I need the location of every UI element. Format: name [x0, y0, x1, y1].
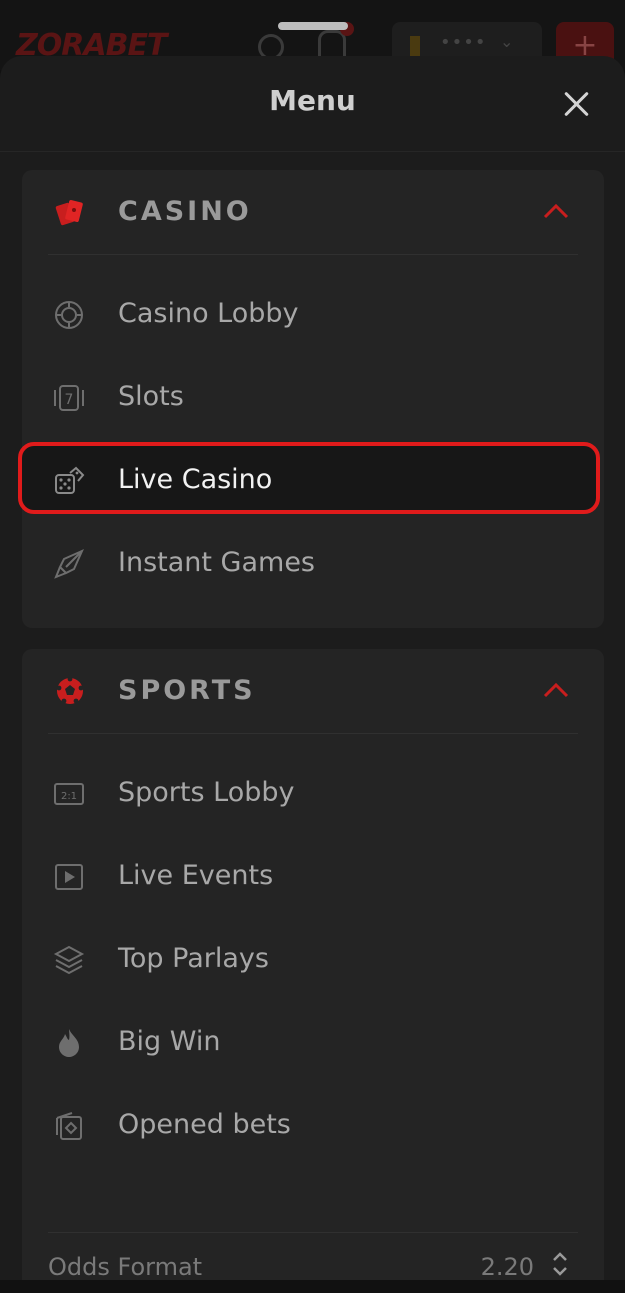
menu-item-sports-lobby[interactable]: 2:1 Sports Lobby [22, 755, 604, 831]
menu-item-live-casino[interactable]: Live Casino [18, 442, 604, 518]
close-icon[interactable] [563, 90, 591, 118]
divider [48, 254, 578, 255]
menu-item-label: Opened bets [118, 1109, 291, 1140]
casino-section-title: CASINO [118, 196, 252, 227]
menu-item-instant-games[interactable]: Instant Games [22, 525, 604, 601]
menu-item-label: Instant Games [118, 547, 316, 578]
language-dots: •••• [440, 32, 487, 53]
svg-text:7: 7 [65, 392, 74, 408]
flame-icon [59, 1029, 79, 1057]
selection-highlight [18, 442, 600, 514]
play-icon [55, 864, 83, 890]
odds-format-row[interactable]: Odds Format 2.20 [22, 1233, 604, 1293]
menu-item-casino-lobby[interactable]: Casino Lobby [22, 276, 604, 352]
casino-section: CASINO Casino Lobby 7 Slots Live Casino … [18, 170, 604, 628]
layers-icon [53, 945, 85, 975]
bet-slip-icon [56, 1112, 82, 1140]
soccer-ball-icon [56, 676, 84, 704]
svg-text:2:1: 2:1 [61, 791, 77, 802]
odds-format-label: Odds Format [48, 1253, 203, 1281]
sports-section: SPORTS 2:1 Sports Lobby Live Events Top … [22, 649, 604, 1281]
sheet-grabber[interactable] [278, 22, 348, 30]
sports-section-header[interactable]: SPORTS [22, 649, 604, 734]
casino-section-header[interactable]: CASINO [22, 170, 604, 255]
menu-sheet: Menu CASINO Casino Lobby 7 Slots Live Ca… [0, 56, 625, 1281]
up-down-chevron-icon[interactable] [550, 1249, 570, 1279]
odds-format-value: 2.20 [480, 1253, 534, 1281]
divider [48, 733, 578, 734]
menu-item-slots[interactable]: 7 Slots [22, 359, 604, 435]
menu-item-label: Top Parlays [118, 943, 269, 974]
cards-icon [55, 200, 83, 226]
rocket-icon [54, 549, 84, 579]
sports-section-title: SPORTS [118, 675, 256, 706]
sheet-title: Menu [269, 84, 356, 117]
menu-item-label: Casino Lobby [118, 298, 299, 329]
scoreboard-icon: 2:1 [54, 783, 84, 805]
menu-item-label: Slots [118, 381, 184, 412]
chevron-up-icon[interactable] [542, 681, 570, 699]
menu-item-label: Sports Lobby [118, 777, 295, 808]
slot-seven-icon: 7 [54, 385, 84, 411]
flag-icon [410, 36, 420, 56]
sheet-header: Menu [0, 56, 625, 152]
menu-item-live-events[interactable]: Live Events [22, 838, 604, 914]
chip-icon [55, 301, 83, 329]
menu-item-label: Big Win [118, 1026, 221, 1057]
menu-item-top-parlays[interactable]: Top Parlays [22, 921, 604, 997]
chevron-up-icon[interactable] [542, 202, 570, 220]
chevron-down-icon: ⌄ [500, 32, 514, 51]
menu-item-label: Live Events [118, 860, 274, 891]
menu-item-opened-bets[interactable]: Opened bets [22, 1087, 604, 1163]
dice-icon [55, 466, 85, 494]
menu-item-big-win[interactable]: Big Win [22, 1004, 604, 1080]
menu-item-label: Live Casino [118, 464, 273, 495]
